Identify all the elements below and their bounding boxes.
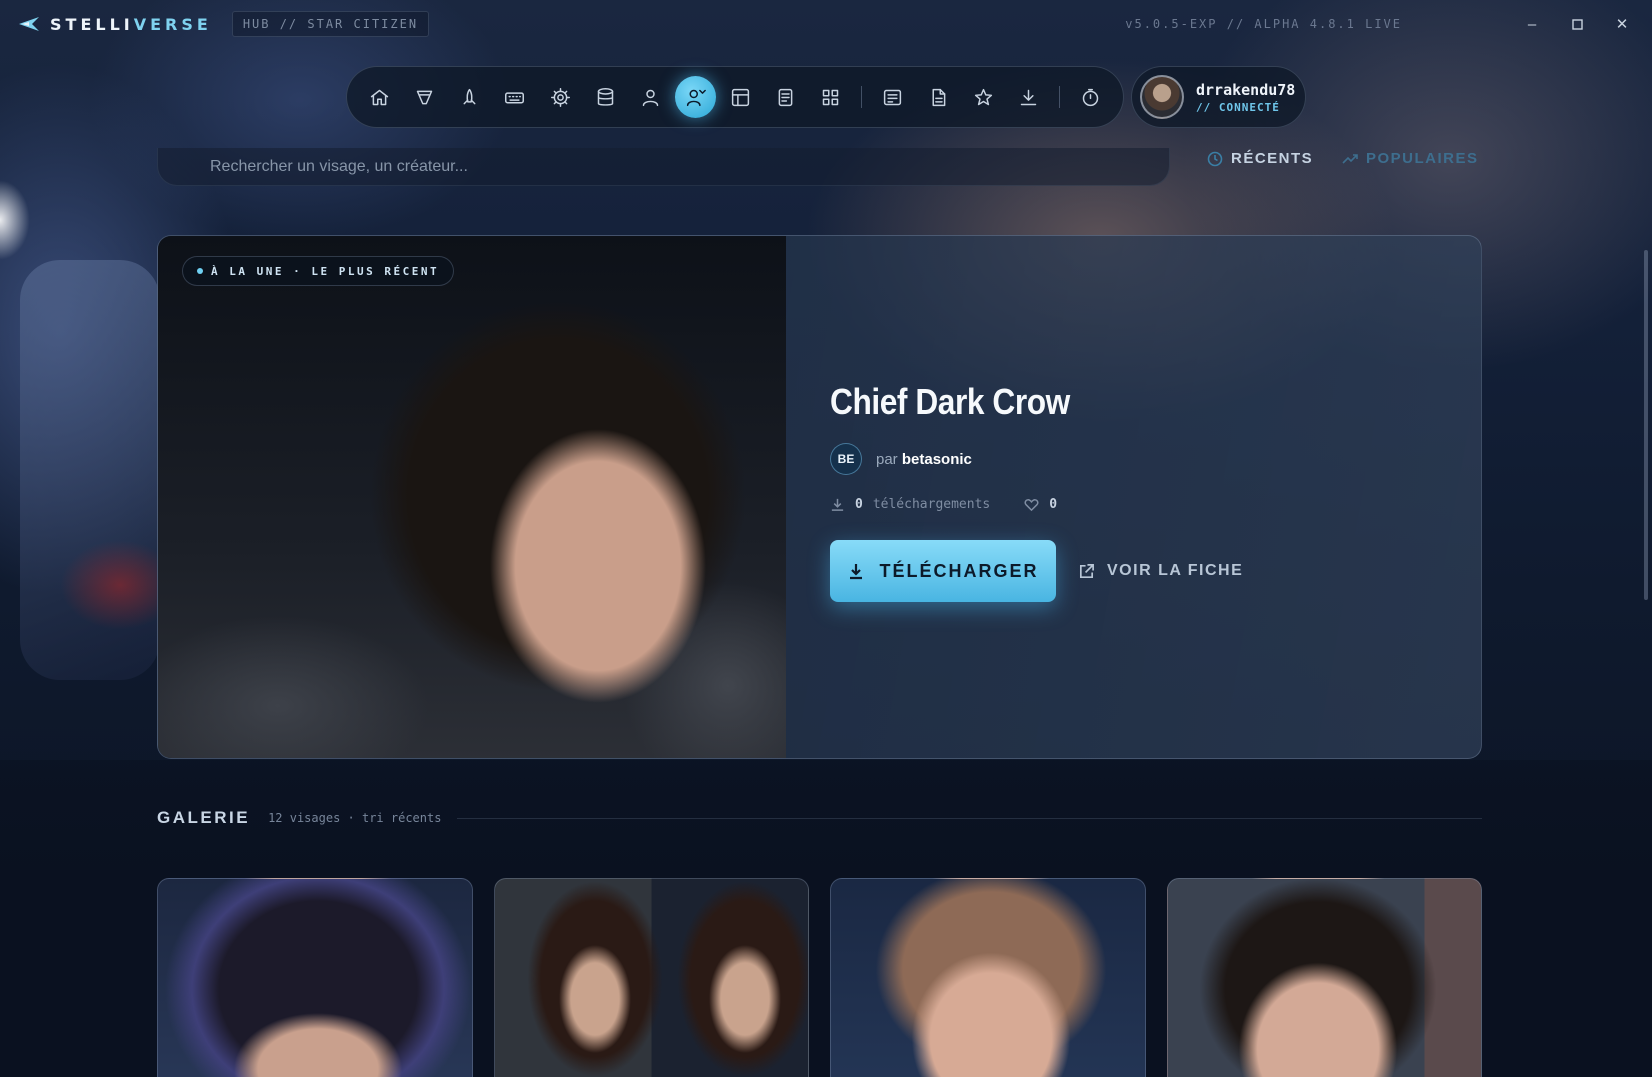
logo-icon xyxy=(19,17,39,31)
database-icon[interactable] xyxy=(585,76,626,118)
user-profile[interactable]: drrakendu78 // CONNECTÉ xyxy=(1131,66,1306,128)
featured-author: BE par betasonic xyxy=(830,443,1243,475)
featured-image[interactable] xyxy=(158,236,786,758)
author-name[interactable]: betasonic xyxy=(902,451,972,468)
view-details-label: VOIR LA FICHE xyxy=(1107,562,1244,579)
close-icon[interactable]: ✕ xyxy=(1610,12,1634,36)
scrollbar[interactable] xyxy=(1644,250,1648,600)
featured-info: Chief Dark Crow BE par betasonic 0 téléc… xyxy=(830,381,1243,602)
layout-icon[interactable] xyxy=(720,76,761,118)
maximize-icon[interactable] xyxy=(1565,12,1589,36)
app-name: STELLIVERSE xyxy=(50,14,212,34)
download-icon[interactable] xyxy=(1008,76,1049,118)
version-label: v5.0.5-EXP // ALPHA 4.8.1 LIVE xyxy=(1125,17,1402,31)
gallery-card[interactable] xyxy=(830,878,1146,1077)
notes-icon[interactable] xyxy=(765,76,806,118)
username: drrakendu78 xyxy=(1196,80,1296,99)
nav-separator xyxy=(1058,86,1060,108)
trending-icon xyxy=(1342,153,1358,164)
download-button-label: TÉLÉCHARGER xyxy=(879,560,1039,581)
search-bar xyxy=(157,148,1170,186)
connection-status: // CONNECTÉ xyxy=(1196,100,1280,114)
featured-badge: À LA UNE · LE PLUS RÉCENT xyxy=(182,256,455,286)
avatar xyxy=(1140,75,1184,119)
like-count: 0 xyxy=(1049,497,1058,512)
face-user-icon[interactable] xyxy=(674,76,716,118)
home-icon[interactable] xyxy=(359,76,400,118)
download-count: 0 xyxy=(855,497,863,512)
ship-icon[interactable] xyxy=(404,76,445,118)
author-prefix: par xyxy=(876,450,898,468)
download-count-label: téléchargements xyxy=(872,497,991,512)
featured-stats: 0 téléchargements 0 xyxy=(830,497,1243,512)
search-input[interactable] xyxy=(158,148,1169,185)
background-light xyxy=(0,180,30,260)
featured-badge-label: À LA UNE · LE PLUS RÉCENT xyxy=(211,264,440,278)
hub-label: HUB // STAR CITIZEN xyxy=(231,11,430,37)
nav-dock xyxy=(346,66,1124,128)
sort-recent-label: RÉCENTS xyxy=(1231,150,1314,167)
gallery-header: GALERIE 12 visages · tri récents xyxy=(157,808,1482,828)
minimize-icon[interactable]: – xyxy=(1520,12,1544,36)
gallery-card[interactable] xyxy=(157,878,473,1077)
sort-popular-label: POPULAIRES xyxy=(1366,150,1479,167)
featured-card: À LA UNE · LE PLUS RÉCENT Chief Dark Cro… xyxy=(157,235,1482,759)
document-icon[interactable] xyxy=(917,76,958,118)
badge-dot-icon xyxy=(197,268,203,274)
keyboard-icon[interactable] xyxy=(494,76,535,118)
gallery-card[interactable] xyxy=(1166,878,1482,1077)
download-button[interactable]: TÉLÉCHARGER xyxy=(830,540,1056,602)
external-link-icon xyxy=(1079,563,1094,578)
sort-popular-button[interactable]: POPULAIRES xyxy=(1342,150,1479,167)
sort-recent-button[interactable]: RÉCENTS xyxy=(1207,150,1313,167)
user-icon[interactable] xyxy=(630,76,671,118)
grid-icon[interactable] xyxy=(810,76,851,118)
app-logo: STELLIVERSE xyxy=(18,15,212,34)
rocket-icon[interactable] xyxy=(449,76,490,118)
view-details-button[interactable]: VOIR LA FICHE xyxy=(1078,562,1243,580)
title-bar: STELLIVERSE HUB // STAR CITIZEN v5.0.5-E… xyxy=(0,0,1652,48)
download-icon xyxy=(850,564,863,580)
timer-icon[interactable] xyxy=(1070,76,1111,118)
gallery-card[interactable] xyxy=(493,878,809,1077)
gallery-grid xyxy=(157,878,1482,1077)
news-icon[interactable] xyxy=(872,76,913,118)
settings-icon[interactable] xyxy=(540,76,581,118)
gallery-title: GALERIE xyxy=(157,808,251,827)
gallery-subtitle: 12 visages · tri récents xyxy=(268,811,442,825)
heart-icon[interactable] xyxy=(1024,497,1039,512)
featured-title: Chief Dark Crow xyxy=(830,381,1070,422)
star-icon[interactable] xyxy=(963,76,1004,118)
featured-actions: TÉLÉCHARGER VOIR LA FICHE xyxy=(830,540,1243,602)
clock-icon xyxy=(1207,151,1223,166)
author-avatar: BE xyxy=(830,443,862,475)
divider xyxy=(457,817,1482,819)
nav-separator xyxy=(861,86,863,108)
download-count-icon xyxy=(831,498,844,511)
